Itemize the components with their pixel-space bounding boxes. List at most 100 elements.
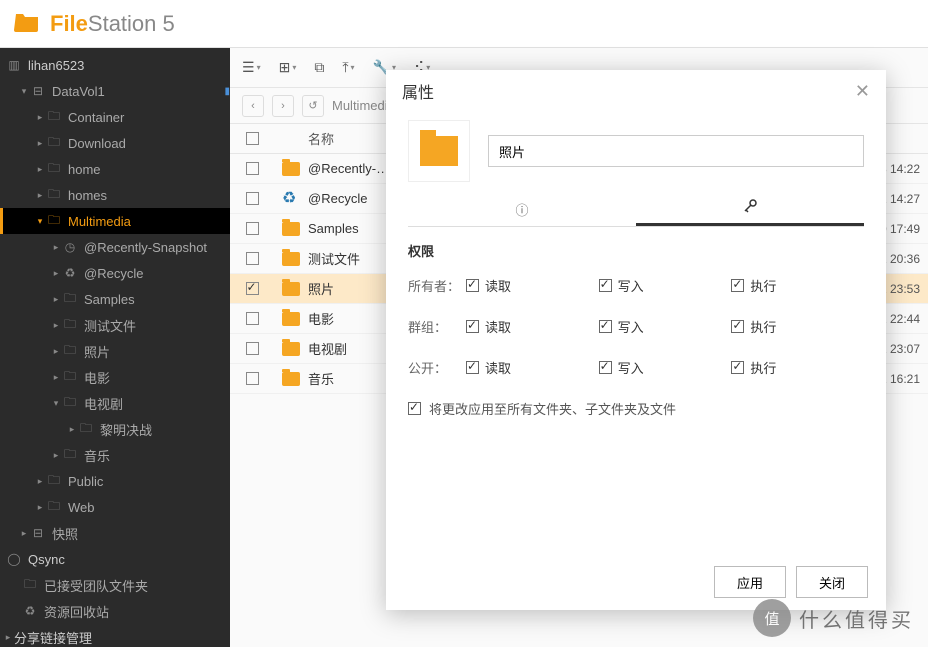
- tree-recycle[interactable]: ▸ ♻ @Recycle: [0, 260, 230, 286]
- folder-icon: 🗀: [46, 107, 62, 128]
- tree-label: 资源回收站: [44, 602, 230, 621]
- tree-qsync[interactable]: ◯ Qsync: [0, 546, 230, 572]
- select-all-checkbox[interactable]: [246, 132, 259, 145]
- close-icon[interactable]: ✕: [855, 81, 870, 102]
- folder-icon: [282, 372, 300, 386]
- tree-label: Download: [68, 136, 230, 151]
- row-checkbox[interactable]: [246, 282, 259, 295]
- watermark-text: 什么值得买: [799, 604, 914, 633]
- tree-label: 测试文件: [84, 316, 230, 335]
- public-execute-checkbox[interactable]: [731, 361, 744, 374]
- row-checkbox[interactable]: [246, 252, 259, 265]
- tree-root[interactable]: ▥ lihan6523: [0, 52, 230, 78]
- tree-label: Multimedia: [68, 214, 230, 229]
- tree-sharemgmt[interactable]: ▸ 分享链接管理: [0, 624, 230, 647]
- tree-label: Public: [68, 474, 230, 489]
- nav-back-button[interactable]: ‹: [242, 95, 264, 117]
- folder-icon: 🗀: [78, 419, 94, 440]
- group-read-checkbox[interactable]: [466, 320, 479, 333]
- chevron-down-icon: ▾: [18, 86, 30, 97]
- tree-movies[interactable]: ▸ 🗀 电影: [0, 364, 230, 390]
- tree-label: lihan6523: [28, 58, 230, 73]
- folder-icon: [282, 312, 300, 326]
- tree-recyclestation[interactable]: ♻ 资源回收站: [0, 598, 230, 624]
- folder-icon: 🗀: [46, 471, 62, 492]
- tree-label: DataVol1: [52, 84, 218, 99]
- tree-label: 黎明决战: [100, 420, 230, 439]
- group-write-checkbox[interactable]: [599, 320, 612, 333]
- view-mode-button[interactable]: ☰▾: [242, 59, 261, 76]
- owner-read-checkbox[interactable]: [466, 279, 479, 292]
- plus-icon: ⊞: [279, 59, 291, 76]
- apply-recursive-checkbox[interactable]: [408, 402, 421, 415]
- sidebar: ▥ lihan6523 ▾ ⊟ DataVol1 ▮ ▸ 🗀 Container…: [0, 48, 230, 647]
- folder-name-input[interactable]: [488, 135, 864, 167]
- perm-row-owner: 所有者： 读取 写入 执行: [408, 276, 864, 295]
- folder-icon: 🗀: [46, 185, 62, 206]
- key-icon: [742, 198, 758, 217]
- app-title: FileStation 5: [50, 11, 175, 37]
- owner-execute-checkbox[interactable]: [731, 279, 744, 292]
- public-read-checkbox[interactable]: [466, 361, 479, 374]
- tab-info[interactable]: ⓘ: [408, 192, 636, 226]
- tree-label: 分享链接管理: [14, 628, 230, 647]
- row-checkbox[interactable]: [246, 162, 259, 175]
- server-icon: ▥: [6, 58, 22, 72]
- tree-homes[interactable]: ▸ 🗀 homes: [0, 182, 230, 208]
- watermark-badge: 值: [753, 599, 791, 637]
- tree-photos[interactable]: ▸ 🗀 照片: [0, 338, 230, 364]
- apply-recursive-row[interactable]: 将更改应用至所有文件夹、子文件夹及文件: [408, 399, 864, 418]
- create-button[interactable]: ⊞▾: [279, 59, 297, 76]
- row-checkbox[interactable]: [246, 312, 259, 325]
- tree-public[interactable]: ▸ 🗀 Public: [0, 468, 230, 494]
- chevron-right-icon: ▸: [50, 242, 62, 253]
- public-write-checkbox[interactable]: [599, 361, 612, 374]
- section-permissions: 权限: [408, 241, 864, 260]
- perm-label-public: 公开：: [408, 358, 466, 377]
- tree-tv[interactable]: ▾ 🗀 电视剧: [0, 390, 230, 416]
- chevron-right-icon: ▸: [2, 632, 14, 643]
- tree-music[interactable]: ▸ 🗀 音乐: [0, 442, 230, 468]
- row-checkbox[interactable]: [246, 372, 259, 385]
- tree-dawn[interactable]: ▸ 🗀 黎明决战: [0, 416, 230, 442]
- app-logo-icon: [14, 10, 40, 37]
- tab-permissions[interactable]: [636, 192, 864, 226]
- tree-label: 电视剧: [84, 394, 230, 413]
- chevron-right-icon: ▸: [34, 138, 46, 149]
- tree-container[interactable]: ▸ 🗀 Container: [0, 104, 230, 130]
- row-checkbox[interactable]: [246, 192, 259, 205]
- row-checkbox[interactable]: [246, 342, 259, 355]
- nav-forward-button[interactable]: ›: [272, 95, 294, 117]
- copy-button[interactable]: ⧉: [314, 59, 324, 76]
- dialog-title: 属性: [402, 79, 434, 103]
- owner-write-checkbox[interactable]: [599, 279, 612, 292]
- nav-refresh-button[interactable]: ↺: [302, 95, 324, 117]
- chevron-right-icon: ▸: [50, 320, 62, 331]
- tree-multimedia[interactable]: ▾ 🗀 Multimedia: [0, 208, 230, 234]
- chevron-right-icon: ▸: [66, 424, 78, 435]
- chevron-down-icon: ▾: [351, 63, 355, 72]
- tree-datavol[interactable]: ▾ ⊟ DataVol1 ▮: [0, 78, 230, 104]
- folder-icon: 🗀: [62, 315, 78, 336]
- tree-snapshot[interactable]: ▸ ⊟ 快照: [0, 520, 230, 546]
- row-checkbox[interactable]: [246, 222, 259, 235]
- tree-recently-snapshot[interactable]: ▸ ◷ @Recently-Snapshot: [0, 234, 230, 260]
- folder-icon: [282, 282, 300, 296]
- tree-download[interactable]: ▸ 🗀 Download: [0, 130, 230, 156]
- group-execute-checkbox[interactable]: [731, 320, 744, 333]
- folder-icon: [282, 342, 300, 356]
- folder-icon: 🗀: [46, 133, 62, 154]
- upload-button[interactable]: ⤒▾: [342, 59, 354, 76]
- tree-teamfolder[interactable]: 🗀 已接受团队文件夹: [0, 572, 230, 598]
- tree-samples[interactable]: ▸ 🗀 Samples: [0, 286, 230, 312]
- apply-button[interactable]: 应用: [714, 566, 786, 598]
- tree-testfiles[interactable]: ▸ 🗀 测试文件: [0, 312, 230, 338]
- tree-home[interactable]: ▸ 🗀 home: [0, 156, 230, 182]
- tree-label: @Recently-Snapshot: [84, 240, 230, 255]
- close-button[interactable]: 关闭: [796, 566, 868, 598]
- folder-icon: 🗀: [62, 393, 78, 414]
- chevron-right-icon: ▸: [18, 528, 30, 539]
- recycle-icon: ♻: [22, 604, 38, 618]
- tree-web[interactable]: ▸ 🗀 Web: [0, 494, 230, 520]
- list-icon: ☰: [242, 59, 255, 76]
